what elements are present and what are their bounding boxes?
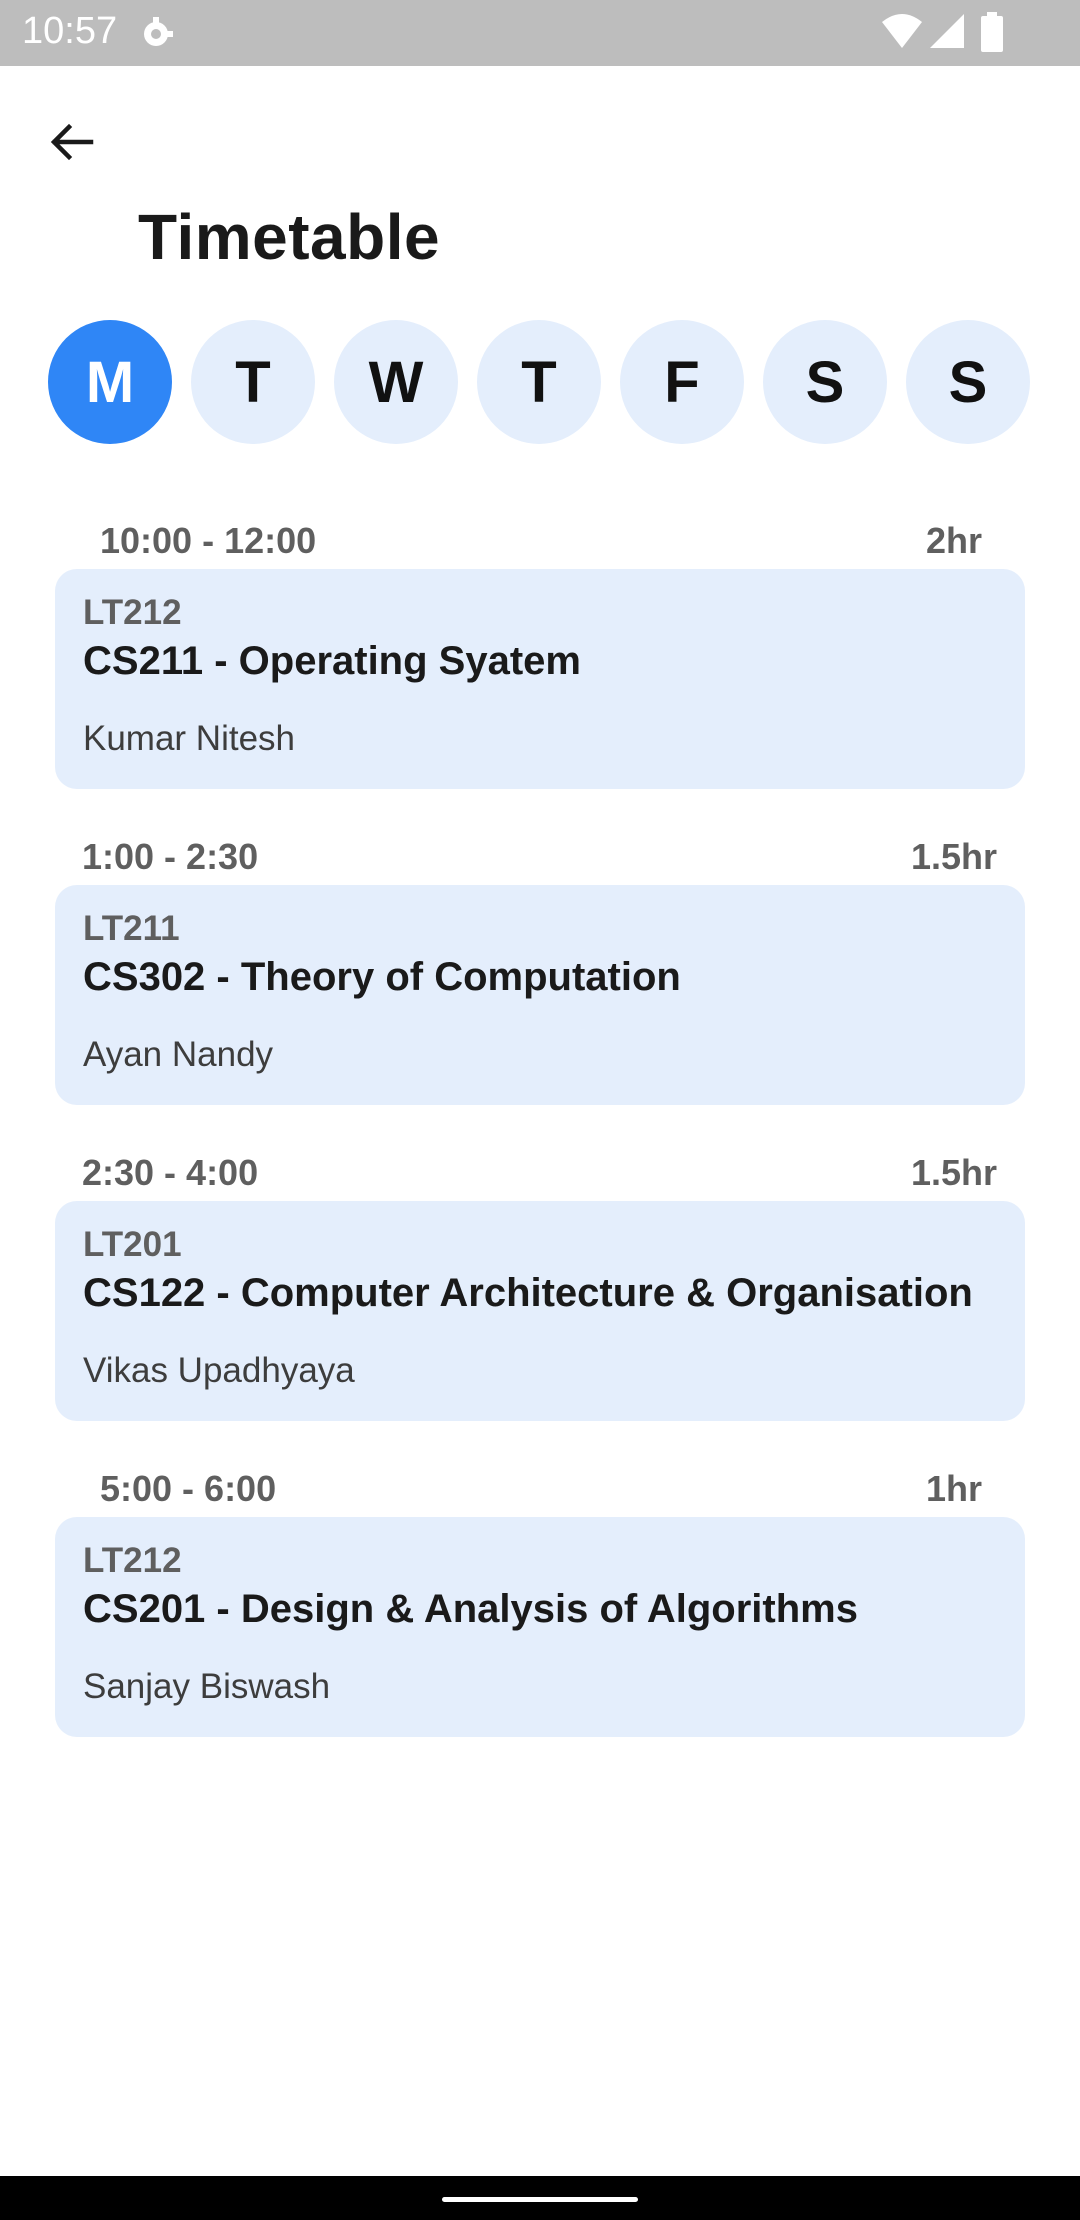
page-title: Timetable: [138, 201, 441, 273]
day-label: W: [368, 349, 424, 415]
class-faculty: Vikas Upadhyaya: [83, 1351, 355, 1390]
slot-duration: 2hr: [925, 520, 982, 561]
slot-duration: 1.5hr: [910, 836, 997, 877]
signal-icon: [930, 14, 964, 48]
class-card[interactable]: LT212 CS211 - Operating Syatem Kumar Nit…: [55, 569, 1025, 789]
slot-time: 10:00 - 12:00: [100, 520, 317, 561]
class-room: LT212: [83, 593, 182, 632]
slot-header: 10:00 - 12:00 2hr: [100, 520, 982, 561]
slot-time: 2:30 - 4:00: [82, 1152, 259, 1193]
back-button[interactable]: [30, 100, 114, 184]
class-card[interactable]: LT201 CS122 - Computer Architecture & Or…: [55, 1201, 1025, 1421]
day-label: M: [85, 349, 135, 415]
slot-duration: 1hr: [925, 1468, 982, 1509]
class-room: LT212: [83, 1541, 182, 1580]
day-chip-tuesday[interactable]: T: [191, 320, 315, 444]
day-chip-monday[interactable]: M: [48, 320, 172, 444]
class-course: CS122 - Computer Architecture & Organisa…: [83, 1271, 973, 1315]
day-chip-wednesday[interactable]: W: [334, 320, 458, 444]
slot-header: 5:00 - 6:00 1hr: [100, 1468, 982, 1509]
slot-time: 5:00 - 6:00: [100, 1468, 277, 1509]
day-chip-sunday[interactable]: S: [906, 320, 1030, 444]
class-faculty: Kumar Nitesh: [83, 719, 296, 758]
day-chip-friday[interactable]: F: [620, 320, 744, 444]
battery-icon: [981, 12, 1003, 52]
navigation-bar: [0, 2176, 1080, 2220]
slot-time: 1:00 - 2:30: [82, 836, 259, 877]
gear-icon: [144, 17, 173, 46]
day-label: F: [664, 349, 700, 415]
day-chip-saturday[interactable]: S: [763, 320, 887, 444]
class-faculty: Sanjay Biswash: [83, 1667, 331, 1706]
arrow-left-icon: [50, 123, 94, 161]
day-label: S: [948, 349, 988, 415]
slot-duration: 1.5hr: [910, 1152, 997, 1193]
status-bar: 10:57: [0, 0, 1080, 66]
class-faculty: Ayan Nandy: [83, 1035, 274, 1074]
slot-header: 2:30 - 4:00 1.5hr: [82, 1152, 997, 1193]
day-selector: M T W T F S S: [48, 320, 1048, 444]
class-course: CS211 - Operating Syatem: [83, 639, 581, 683]
home-indicator[interactable]: [442, 2197, 638, 2202]
class-room: LT201: [83, 1225, 182, 1264]
class-card[interactable]: LT212 CS201 - Design & Analysis of Algor…: [55, 1517, 1025, 1737]
class-card[interactable]: LT211 CS302 - Theory of Computation Ayan…: [55, 885, 1025, 1105]
status-time: 10:57: [22, 10, 118, 52]
wifi-icon: [882, 14, 922, 48]
class-course: CS302 - Theory of Computation: [83, 955, 681, 999]
class-course: CS201 - Design & Analysis of Algorithms: [83, 1587, 858, 1631]
day-label: T: [521, 349, 557, 415]
class-room: LT211: [83, 909, 180, 948]
day-label: S: [805, 349, 845, 415]
day-chip-thursday[interactable]: T: [477, 320, 601, 444]
slot-header: 1:00 - 2:30 1.5hr: [82, 836, 997, 877]
day-label: T: [235, 349, 271, 415]
